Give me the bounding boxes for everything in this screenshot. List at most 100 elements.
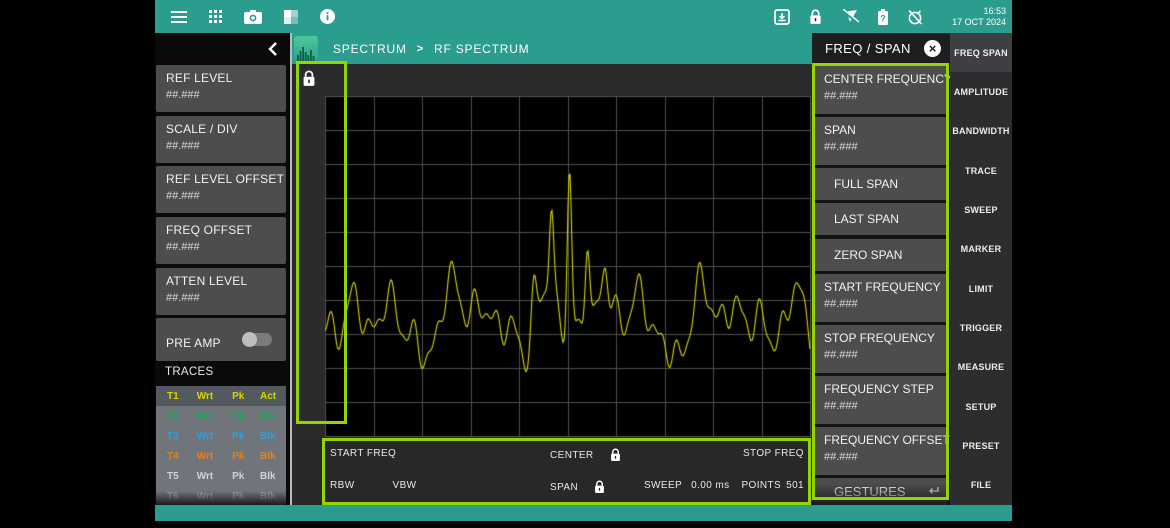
scale-div-label: SCALE / DIV	[166, 122, 286, 136]
freq-offset-value: ##.###	[166, 241, 286, 253]
stop-frequency-value: ##.###	[824, 349, 947, 361]
spectrum-app-icon[interactable]	[294, 36, 318, 62]
sweep-value: 0.00 ms	[691, 480, 729, 491]
sweep-label: SWEEP	[644, 480, 682, 491]
trace-mode: Wrt	[197, 411, 232, 422]
center-frequency-button[interactable]: CENTER FREQUENCY ##.###	[814, 66, 947, 114]
apps-grid-icon[interactable]	[209, 10, 222, 23]
points-value: 501	[786, 480, 804, 491]
topbar-right-icons: ? 16:53 17 OCT 2024	[774, 6, 1012, 28]
spectrum-canvas[interactable]	[325, 96, 811, 437]
top-status-bar: ? 16:53 17 OCT 2024	[155, 0, 1012, 33]
clock-date: 17 OCT 2024	[952, 17, 1006, 28]
frequency-step-button[interactable]: FREQUENCY STEP ##.###	[814, 376, 947, 424]
atten-level-button[interactable]: ATTEN LEVEL ##.###	[156, 268, 286, 315]
breadcrumb-bar: SPECTRUM > RF SPECTRUM	[292, 33, 812, 64]
points-label: POINTS	[741, 480, 781, 491]
freq-span-panel: FREQ / SPAN × CENTER FREQUENCY ##.### SP…	[812, 33, 950, 505]
trace-state: Blk	[260, 431, 286, 442]
atten-level-label: ATTEN LEVEL	[166, 274, 286, 288]
pre-amp-label: PRE AMP	[166, 336, 221, 350]
trace-row-t1[interactable]: T1 Wrt Pk Act	[156, 386, 286, 406]
center-lock-icon[interactable]	[610, 448, 621, 462]
menu-item-amplitude[interactable]: AMPLITUDE	[950, 72, 1012, 111]
trace-state: Blk	[260, 471, 286, 482]
svg-text:?: ?	[880, 13, 886, 23]
trace-detector: Pk	[232, 431, 260, 442]
trace-row-t4[interactable]: T4 Wrt Pk Blk	[156, 446, 286, 466]
menu-item-preset[interactable]: PRESET	[950, 426, 1012, 465]
pre-amp-toggle[interactable]	[242, 333, 272, 346]
panel-title: FREQ / SPAN	[825, 41, 911, 56]
save-export-icon[interactable]	[774, 9, 790, 25]
ref-level-value: ##.###	[166, 89, 286, 101]
footer-strip	[155, 505, 1012, 521]
trace-row-t3[interactable]: T3 Wrt Pk Blk	[156, 426, 286, 446]
trace-id: T3	[156, 431, 197, 442]
stop-frequency-label: STOP FREQUENCY	[824, 331, 947, 345]
clock-time: 16:53	[952, 6, 1006, 17]
collapse-sidebar-button[interactable]	[262, 39, 282, 59]
camera-icon[interactable]	[244, 10, 262, 24]
trace-row-t6[interactable]: T6 Wrt Pk Blk	[156, 486, 286, 505]
menu-item-measure[interactable]: MEASURE	[950, 348, 1012, 387]
menu-item-limit[interactable]: LIMIT	[950, 269, 1012, 308]
bottom-readout-bar: START FREQ CENTER STOP FREQ RBW VBW SPAN	[292, 439, 812, 505]
screen: ? 16:53 17 OCT 2024 REF LEVEL ##.###	[0, 0, 1170, 528]
menu-item-trace[interactable]: TRACE	[950, 151, 1012, 190]
trace-mode: Wrt	[197, 491, 232, 502]
trace-state: Act	[260, 391, 286, 402]
last-span-button[interactable]: LAST SPAN	[814, 203, 947, 235]
scale-div-button[interactable]: SCALE / DIV ##.###	[156, 116, 286, 163]
frequency-step-label: FREQUENCY STEP	[824, 382, 947, 396]
breadcrumb-app[interactable]: SPECTRUM	[333, 42, 407, 56]
trace-id: T6	[156, 491, 197, 502]
menu-item-trigger[interactable]: TRIGGER	[950, 308, 1012, 347]
start-frequency-label: START FREQUENCY	[824, 280, 947, 294]
zero-span-label: ZERO SPAN	[834, 248, 902, 262]
trace-row-t5[interactable]: T5 Wrt Pk Blk	[156, 466, 286, 486]
menu-item-bandwidth[interactable]: BANDWIDTH	[950, 112, 1012, 151]
span-lock-icon[interactable]	[594, 480, 605, 494]
frequency-offset-button[interactable]: FREQUENCY OFFSET ##.###	[814, 427, 947, 475]
start-frequency-button[interactable]: START FREQUENCY ##.###	[814, 274, 947, 322]
trace-id: T1	[156, 391, 197, 402]
trace-detector: Pk	[232, 391, 260, 402]
toggle-knob	[242, 332, 257, 347]
ref-level-button[interactable]: REF LEVEL ##.###	[156, 65, 286, 112]
rbw-label: RBW	[330, 480, 355, 491]
menu-item-freq-span[interactable]: FREQ SPAN	[950, 33, 1012, 72]
menu-item-marker[interactable]: MARKER	[950, 230, 1012, 269]
freq-offset-label: FREQ OFFSET	[166, 223, 286, 237]
display-layout-icon[interactable]	[284, 10, 298, 24]
alarm-off-icon	[907, 9, 923, 25]
close-icon[interactable]: ×	[924, 40, 941, 57]
battery-unknown-icon: ?	[878, 9, 888, 25]
gestures-button[interactable]: GESTURES	[814, 478, 947, 505]
menu-item-setup[interactable]: SETUP	[950, 387, 1012, 426]
trace-mode: Wrt	[197, 451, 232, 462]
chart-area	[292, 64, 812, 439]
span-button[interactable]: SPAN ##.###	[814, 117, 947, 165]
span-btn-value: ##.###	[824, 141, 947, 153]
trace-id: T5	[156, 471, 197, 482]
trace-mode: Wrt	[197, 471, 232, 482]
trace-row-t2[interactable]: T2 Wrt Pk Blk	[156, 406, 286, 426]
menu-item-file[interactable]: FILE	[950, 466, 1012, 505]
breadcrumb-page[interactable]: RF SPECTRUM	[434, 42, 529, 56]
ref-level-offset-button[interactable]: REF LEVEL OFFSET ##.###	[156, 166, 286, 213]
stop-frequency-button[interactable]: STOP FREQUENCY ##.###	[814, 325, 947, 373]
menu-icon[interactable]	[171, 11, 187, 23]
menu-item-sweep[interactable]: SWEEP	[950, 190, 1012, 229]
info-icon[interactable]	[320, 9, 335, 24]
topbar-left-icons	[155, 9, 335, 24]
trace-id: T2	[156, 411, 197, 422]
lock-icon[interactable]	[809, 9, 822, 25]
ref-level-label: REF LEVEL	[166, 71, 286, 85]
start-frequency-value: ##.###	[824, 298, 947, 310]
full-span-button[interactable]: FULL SPAN	[814, 168, 947, 200]
freq-offset-button[interactable]: FREQ OFFSET ##.###	[156, 217, 286, 264]
axis-lock-icon[interactable]	[302, 70, 316, 87]
zero-span-button[interactable]: ZERO SPAN	[814, 239, 947, 271]
trace-detector: Pk	[232, 491, 260, 502]
